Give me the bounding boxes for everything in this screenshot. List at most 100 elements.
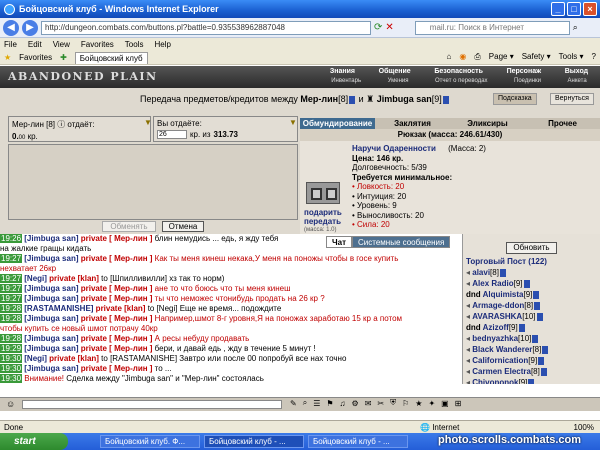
tab-chat[interactable]: Чат bbox=[326, 236, 352, 248]
browser-tab[interactable]: Бойцовский клуб bbox=[74, 51, 148, 64]
subnav-skills[interactable]: Умения bbox=[388, 78, 409, 87]
tab-spells[interactable]: Заклятия bbox=[375, 118, 450, 129]
taskbar-item[interactable]: Бойцовский клуб. Ф... bbox=[100, 435, 200, 448]
tool-icon[interactable]: ▣ bbox=[441, 399, 449, 408]
print-icon[interactable]: ⎙ bbox=[474, 52, 480, 62]
online-user[interactable]: ◂ bednyazhka[10] bbox=[463, 333, 600, 344]
maximize-button[interactable]: □ bbox=[567, 2, 581, 16]
info-icon[interactable] bbox=[536, 312, 543, 321]
tab-system-messages[interactable]: Системные сообщения bbox=[352, 236, 451, 248]
info-icon[interactable] bbox=[442, 95, 449, 104]
search-input[interactable]: mail.ru: Поиск в Интернет bbox=[414, 20, 570, 35]
chat-username[interactable]: [Jimbuga san] bbox=[24, 334, 78, 343]
chat-username[interactable]: [Jimbuga san] bbox=[24, 254, 78, 263]
menu-edit[interactable]: Edit bbox=[28, 40, 42, 49]
item-name[interactable]: Наручи Одаренности bbox=[352, 144, 436, 153]
online-user-name[interactable]: AVARASHKA bbox=[472, 312, 522, 321]
subnav-inventory[interactable]: Инвентарь bbox=[331, 78, 361, 87]
chat-time[interactable]: 19:27 bbox=[0, 254, 23, 263]
back-button[interactable]: ◀ bbox=[3, 19, 19, 36]
tool-icon[interactable]: ☰ bbox=[313, 399, 320, 408]
chat-time[interactable]: 19:27 bbox=[0, 284, 23, 293]
info-icon[interactable] bbox=[540, 367, 547, 376]
credits-input[interactable]: 26 bbox=[157, 130, 187, 139]
nav-exit[interactable]: Выход bbox=[565, 68, 588, 78]
online-user-name[interactable]: Alex Radio bbox=[472, 279, 513, 288]
info-icon[interactable] bbox=[534, 301, 541, 310]
feeds-icon[interactable]: ◉ bbox=[459, 52, 466, 62]
minimize-button[interactable]: _ bbox=[551, 2, 565, 16]
tool-icon[interactable]: ✦ bbox=[428, 399, 435, 408]
return-button[interactable]: Вернуться bbox=[550, 93, 594, 105]
online-user[interactable]: ◂ Armage-ddon[8] bbox=[463, 300, 600, 311]
chat-log[interactable]: 19:26 [Jimbuga san] private [ Мер-лин ] … bbox=[0, 234, 462, 384]
smiley-icon[interactable]: ☺ bbox=[6, 399, 15, 409]
nav-character[interactable]: Персонаж bbox=[507, 68, 541, 78]
chat-username[interactable]: [Negi] bbox=[24, 274, 47, 283]
menu-favorites[interactable]: Favorites bbox=[81, 40, 114, 49]
chat-username[interactable]: [RASTAMANISHE] bbox=[24, 304, 93, 313]
nav-security[interactable]: Безопасность bbox=[434, 68, 483, 78]
help-menu[interactable]: ? bbox=[592, 52, 596, 62]
tool-icon[interactable]: ⚐ bbox=[402, 399, 409, 408]
online-user[interactable]: dnd Azizoff[9] bbox=[463, 322, 600, 333]
chat-username[interactable]: [Jimbuga san] bbox=[24, 284, 78, 293]
transfer-link[interactable]: передать bbox=[304, 217, 341, 226]
subnav-transfer-report[interactable]: Отчет о переводах bbox=[435, 78, 488, 87]
hint-button[interactable]: Подсказка bbox=[493, 93, 537, 105]
chat-time[interactable]: 19:28 bbox=[0, 334, 23, 343]
online-user-name[interactable]: Chivononok bbox=[472, 378, 518, 384]
subnav-profile[interactable]: Анкета bbox=[568, 78, 587, 87]
online-user-name[interactable]: Carmen Electra bbox=[472, 367, 531, 376]
exchange-button[interactable]: Обменять bbox=[102, 221, 156, 232]
chat-time[interactable]: 19:30 bbox=[0, 364, 23, 373]
info-icon[interactable] bbox=[518, 323, 525, 332]
chat-input[interactable] bbox=[22, 400, 282, 409]
tool-icon[interactable]: ⚙ bbox=[352, 399, 359, 408]
tool-icon[interactable]: ✎ bbox=[290, 399, 297, 408]
taskbar-item[interactable]: Бойцовский клуб - ... bbox=[308, 435, 408, 448]
online-user[interactable]: ◂ Chivononok[9] bbox=[463, 377, 600, 384]
tool-icon[interactable]: ⊞ bbox=[455, 399, 462, 408]
online-user-name[interactable]: Alquimista bbox=[483, 290, 524, 299]
start-button[interactable]: start bbox=[0, 433, 68, 450]
nav-communication[interactable]: Общение bbox=[379, 68, 411, 78]
online-user[interactable]: ◂ AVARASHKA[10] bbox=[463, 311, 600, 322]
tool-icon[interactable]: ♫ bbox=[340, 399, 346, 408]
nav-knowledge[interactable]: Знания bbox=[330, 68, 355, 78]
close-button[interactable]: × bbox=[583, 2, 597, 16]
info-icon[interactable] bbox=[499, 268, 506, 277]
tool-icon[interactable]: ✂ bbox=[377, 399, 384, 408]
tools-menu[interactable]: Tools ▾ bbox=[559, 52, 584, 62]
chat-username[interactable]: [Jimbuga san] bbox=[24, 294, 78, 303]
online-user-name[interactable]: Armage-ddon bbox=[472, 301, 524, 310]
tool-icon[interactable]: ★ bbox=[415, 399, 422, 408]
star-icon[interactable]: ★ bbox=[4, 53, 11, 62]
tab-equipment[interactable]: Обмундирование bbox=[300, 118, 375, 129]
zoom-level[interactable]: 100% bbox=[574, 423, 594, 432]
add-favorite-icon[interactable]: ✚ bbox=[60, 53, 67, 62]
tool-icon[interactable]: ✉ bbox=[365, 399, 372, 408]
info-icon[interactable] bbox=[538, 356, 545, 365]
info-icon[interactable] bbox=[542, 345, 549, 354]
chat-time[interactable]: 19:27 bbox=[0, 294, 23, 303]
online-user[interactable]: ◂ Californication[9] bbox=[463, 355, 600, 366]
stop-icon[interactable]: ✕ bbox=[385, 22, 393, 33]
refresh-icon[interactable]: ⟳ bbox=[374, 22, 382, 33]
search-icon[interactable]: ⌕ bbox=[573, 22, 578, 33]
chat-username[interactable]: [Jimbuga san] bbox=[24, 234, 78, 243]
chat-username[interactable]: [Negi] bbox=[24, 354, 47, 363]
chat-time[interactable]: 19:30 bbox=[0, 354, 23, 363]
chat-time[interactable]: 19:28 bbox=[0, 314, 23, 323]
gift-link[interactable]: подарить bbox=[304, 208, 342, 217]
chat-time[interactable]: 19:26 bbox=[0, 234, 23, 243]
tool-icon[interactable]: ⚑ bbox=[326, 399, 333, 408]
menu-file[interactable]: File bbox=[4, 40, 17, 49]
online-user-name[interactable]: Black Wanderer bbox=[472, 345, 532, 354]
online-user-name[interactable]: bednyazhka bbox=[472, 334, 518, 343]
online-user-name[interactable]: Californication bbox=[472, 356, 528, 365]
online-user[interactable]: ◂ Carmen Electra[8] bbox=[463, 366, 600, 377]
tab-other[interactable]: Прочее bbox=[525, 118, 600, 129]
chat-time[interactable]: 19:28 bbox=[0, 304, 23, 313]
info-icon[interactable] bbox=[532, 334, 539, 343]
